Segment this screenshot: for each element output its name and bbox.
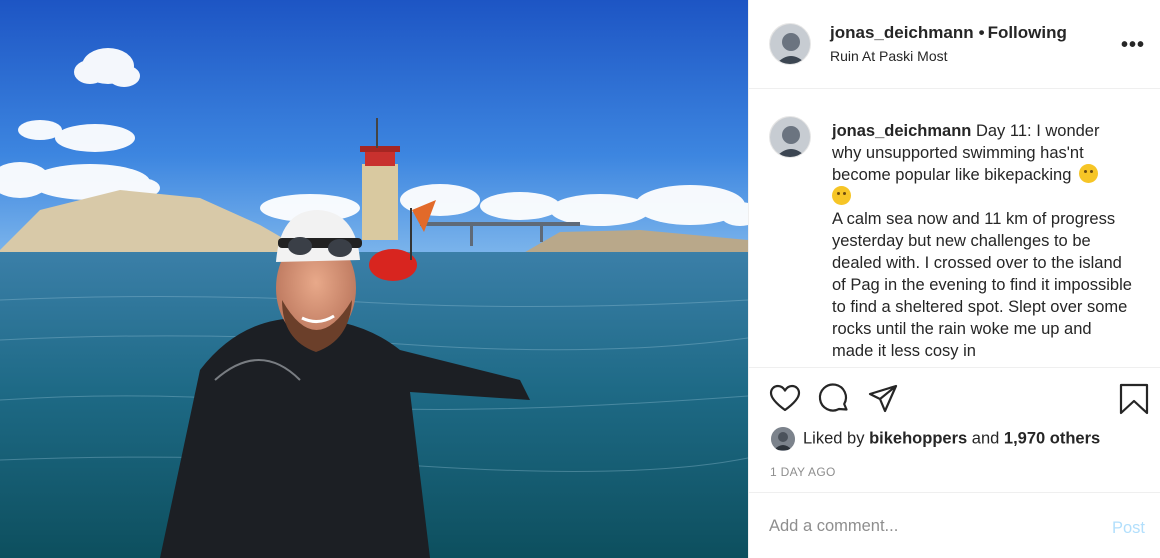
laughing-emoji-icon: [832, 186, 851, 205]
comment-input[interactable]: [769, 517, 1089, 536]
post-photo[interactable]: [0, 0, 748, 558]
more-horizontal-icon[interactable]: •••: [1121, 34, 1145, 57]
post-comment-button[interactable]: Post: [1112, 519, 1145, 538]
post-side-panel: jonas_deichmann • Following Ruin At Paski …: [748, 0, 1160, 558]
post-caption: jonas_deichmann Day 11: I wonder why uns…: [749, 90, 1160, 368]
likes-prefix: Liked by: [803, 429, 865, 448]
caption-text: jonas_deichmann Day 11: I wonder why uns…: [832, 120, 1132, 362]
heart-icon[interactable]: [768, 382, 802, 416]
post-timestamp[interactable]: 1 DAY AGO: [770, 465, 836, 479]
liker-avatar[interactable]: [771, 427, 795, 451]
post-header: jonas_deichmann • Following Ruin At Paski …: [749, 0, 1160, 89]
caption-line2: A calm sea now and 11 km of progress yes…: [832, 210, 1132, 360]
thinking-emoji-icon: [1079, 164, 1098, 183]
author-username[interactable]: jonas_deichmann: [830, 23, 974, 42]
likes-count[interactable]: 1,970 others: [1004, 429, 1100, 447]
comment-icon[interactable]: [817, 382, 851, 416]
author-avatar[interactable]: [769, 23, 811, 65]
likes-summary: Liked by bikehoppers and 1,970 others: [771, 427, 1100, 451]
action-bar: [749, 370, 1160, 430]
liker-username[interactable]: bikehoppers: [869, 429, 967, 447]
share-icon[interactable]: [866, 382, 900, 416]
caption-author-avatar[interactable]: [769, 116, 811, 158]
comment-box: Post: [749, 492, 1160, 558]
header-user-line: jonas_deichmann • Following: [830, 23, 1067, 43]
likes-joiner: and: [971, 429, 1000, 448]
following-button[interactable]: Following: [988, 23, 1067, 42]
post-location[interactable]: Ruin At Paski Most: [830, 48, 948, 64]
separator-dot: •: [978, 23, 985, 42]
caption-username[interactable]: jonas_deichmann: [832, 122, 971, 140]
bookmark-icon[interactable]: [1117, 382, 1151, 416]
